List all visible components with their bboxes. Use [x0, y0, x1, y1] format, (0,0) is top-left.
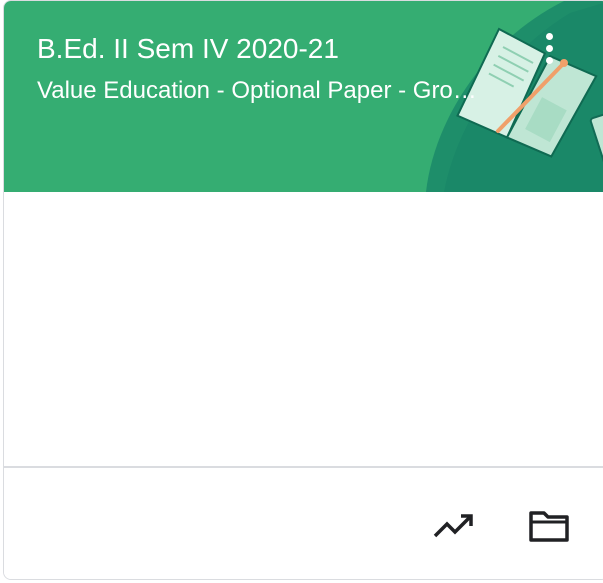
folder-icon [529, 511, 569, 542]
class-card-body [4, 192, 603, 466]
more-vertical-icon [545, 32, 553, 40]
more-options-button[interactable] [532, 27, 566, 69]
more-vertical-icon-dot [545, 44, 553, 52]
course-title[interactable]: B.Ed. II Sem IV 2020-21 [37, 31, 339, 67]
more-vertical-icon-dot [545, 56, 553, 64]
class-card-footer [4, 466, 603, 579]
class-card[interactable]: B.Ed. II Sem IV 2020-21 Value Education … [3, 0, 603, 580]
drive-folder-button[interactable] [525, 502, 573, 550]
class-card-header[interactable]: B.Ed. II Sem IV 2020-21 Value Education … [4, 1, 603, 192]
grades-button[interactable] [430, 502, 478, 550]
course-section: Value Education - Optional Paper - Group… [37, 77, 485, 104]
trending-up-icon [433, 514, 473, 538]
